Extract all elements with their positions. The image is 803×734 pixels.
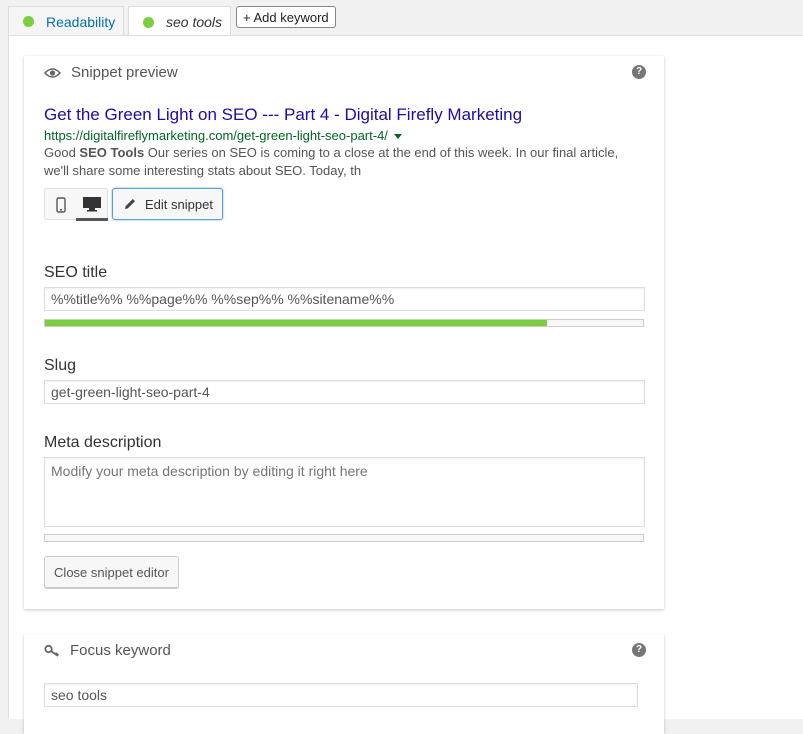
mobile-preview-button[interactable] (45, 189, 77, 221)
seo-title-input[interactable]: %%title%% %%page%% %%sep%% %%sitename%% (44, 287, 645, 311)
progress-fill (45, 320, 548, 326)
edit-snippet-button[interactable]: Edit snippet (112, 188, 223, 220)
status-good-icon (23, 16, 34, 27)
preview-mode-switch (44, 188, 108, 221)
focus-keyword-heading: Focus keyword (44, 642, 171, 659)
tab-readability[interactable]: Readability (8, 6, 124, 36)
help-icon[interactable]: ? (632, 65, 646, 79)
metabox-content: Snippet preview ? Get the Green Light on… (8, 35, 803, 734)
seo-title-label: SEO title (44, 264, 108, 281)
pencil-icon (123, 197, 137, 211)
desktop-preview-button[interactable] (76, 189, 108, 221)
help-icon[interactable]: ? (632, 643, 646, 657)
caret-down-icon (393, 134, 402, 140)
desktop-icon (83, 196, 101, 211)
key-icon (44, 644, 60, 658)
slug-input[interactable]: get-green-light-seo-part-4 (44, 380, 645, 404)
snippet-editor-card: Snippet preview ? Get the Green Light on… (24, 56, 664, 609)
meta-description-label: Meta description (44, 434, 162, 451)
mobile-icon (56, 197, 66, 213)
tab-label: seo tools (166, 14, 223, 30)
metabox-tabs: Readability seo tools + Add keyword (0, 0, 803, 37)
seo-title-progress (44, 319, 644, 327)
snippet-description: Good SEO Tools Our series on SEO is comi… (44, 145, 619, 178)
status-good-icon (143, 16, 154, 28)
focus-keyword-card: Focus keyword ? seo tools (24, 634, 664, 734)
tab-label: Readability (46, 13, 116, 30)
eye-icon (44, 67, 61, 79)
add-keyword-button[interactable]: + Add keyword (236, 6, 336, 28)
meta-description-progress (44, 534, 644, 542)
snippet-preview-heading: Snippet preview (44, 64, 178, 81)
snippet-title[interactable]: Get the Green Light on SEO --- Part 4 - … (44, 105, 522, 125)
meta-description-input[interactable] (44, 457, 645, 527)
snippet-url: https://digitalfireflymarketing.com/get-… (44, 128, 402, 143)
focus-keyword-input[interactable]: seo tools (44, 683, 638, 707)
slug-label: Slug (44, 357, 77, 374)
close-snippet-editor-button[interactable]: Close snippet editor (44, 556, 179, 588)
tab-keyword[interactable]: seo tools (128, 6, 231, 37)
